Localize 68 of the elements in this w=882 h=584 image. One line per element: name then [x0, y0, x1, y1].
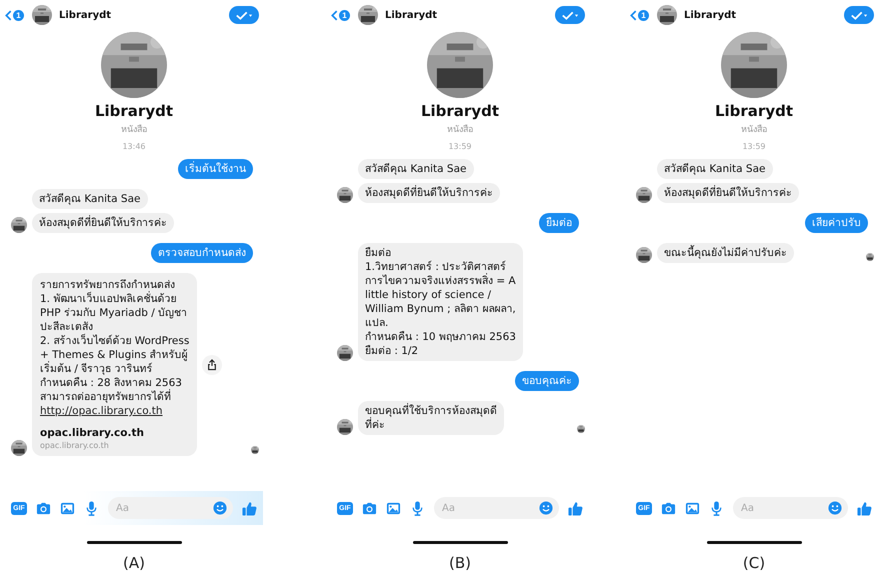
contact-name: Librarydt — [684, 10, 736, 20]
timestamp: 13:59 — [448, 142, 472, 151]
message-text: รายการทรัพยากรถึงกำหนดส่ง 1. พัฒนาเว็บแอปพลิเคชั่นด้วย PHP ร่วมกับ Myariadb / บัญชา ปะสีละเตสัง 2. สร้างเว็บไซต์ด้วย WordPress + Themes & Plugins สำหรับผู้ เริ่มต้น / จีราวุธ วารินทร์ กำหนดคืน : 28 สิงหาคม 2563 สามารถต่ออายุทรัพยากรได้ที่ — [40, 278, 190, 404]
message-field[interactable]: Aa — [108, 497, 233, 519]
figure-caption: (B) — [448, 554, 472, 572]
received-message: สวัสดีคุณ Kanita Sae — [358, 159, 474, 179]
profile-name: Librarydt — [420, 102, 500, 120]
received-message: ห้องสมุดดีที่ยินดีให้บริการค่ะ — [657, 183, 799, 203]
contact-name: Librarydt — [59, 10, 112, 20]
checkmark-icon — [850, 10, 868, 20]
received-message: สวัสดีคุณ Kanita Sae — [32, 189, 148, 209]
received-message: ห้องสมุดดีที่ยินดีให้บริการค่ะ — [358, 183, 500, 203]
back-chevron-icon — [5, 10, 12, 20]
camera-icon[interactable] — [661, 500, 676, 516]
contact-name: Librarydt — [385, 10, 438, 20]
check-menu-button[interactable] — [844, 6, 874, 24]
profile-subtitle: หนังสือ — [121, 124, 147, 136]
unread-badge: 1 — [339, 10, 350, 20]
received-message: ห้องสมุดดีที่ยินดีให้บริการค่ะ — [32, 213, 174, 233]
microphone-icon[interactable] — [84, 500, 99, 516]
share-icon — [207, 358, 218, 370]
timestamp: 13:46 — [122, 142, 146, 151]
figure-caption: (C) — [742, 554, 766, 572]
thumbs-up-icon[interactable] — [242, 500, 257, 516]
back-button[interactable]: 1 — [5, 10, 24, 20]
profile-subtitle: หนังสือ — [447, 124, 473, 136]
image-icon[interactable] — [386, 500, 401, 516]
smiley-icon[interactable] — [213, 501, 227, 515]
camera-icon[interactable] — [362, 500, 377, 516]
preview-title: opac.library.co.th — [40, 426, 145, 440]
profile-name: Librarydt — [714, 102, 794, 120]
image-icon[interactable] — [60, 500, 75, 516]
unread-badge: 1 — [13, 10, 24, 20]
timestamp: 13:59 — [742, 142, 766, 151]
message-link[interactable]: http://opac.library.co.th — [40, 404, 190, 418]
sent-message: ขอบคุณค่ะ — [515, 371, 579, 391]
checkmark-icon — [561, 10, 579, 20]
figure-caption: (A) — [122, 554, 146, 572]
back-chevron-icon — [331, 10, 338, 20]
sent-message: ยืมต่อ — [539, 213, 579, 233]
smiley-icon[interactable] — [828, 501, 842, 515]
camera-icon[interactable] — [36, 500, 51, 516]
back-chevron-icon — [630, 10, 637, 20]
sent-message: ตรวจสอบกำหนดส่ง — [151, 243, 253, 263]
share-button[interactable] — [202, 354, 222, 374]
received-message: ยืมต่อ 1.วิทยาศาสตร์ : ประวัติศาสตร์ การไขความจริงแห่งสรรพสิ่ง = A little history of science / William Bynum ; ลลิตา ผลผลา, แปล. กำหนดคืน : 10 พฤษภาคม 2563 ยืมต่อ : 1/2 — [358, 243, 523, 361]
sent-message: เสียค่าปรับ — [805, 213, 868, 233]
microphone-icon[interactable] — [410, 500, 425, 516]
thumbs-up-icon[interactable] — [568, 500, 583, 516]
profile-name: Librarydt — [94, 102, 174, 120]
unread-badge: 1 — [638, 10, 649, 20]
microphone-icon[interactable] — [709, 500, 724, 516]
sent-message: เริ่มต้นใช้งาน — [178, 159, 253, 179]
profile-subtitle: หนังสือ — [741, 124, 767, 136]
received-message: ขอบคุณที่ใช้บริการห้องสมุดดี ที่ค่ะ — [358, 401, 504, 435]
checkmark-icon — [235, 10, 253, 20]
image-icon[interactable] — [685, 500, 700, 516]
message-field[interactable]: Aa — [434, 497, 559, 519]
received-message: ขณะนี้คุณยังไม่มีค่าปรับค่ะ — [657, 243, 794, 263]
preview-domain: opac.library.co.th — [40, 440, 110, 451]
received-message: สวัสดีคุณ Kanita Sae — [657, 159, 772, 179]
thumbs-up-icon[interactable] — [857, 500, 872, 516]
check-menu-button[interactable] — [555, 6, 585, 24]
smiley-icon[interactable] — [539, 501, 553, 515]
back-button[interactable]: 1 — [331, 10, 350, 20]
back-button[interactable]: 1 — [630, 10, 649, 20]
check-menu-button[interactable] — [229, 6, 259, 24]
message-field[interactable]: Aa — [733, 497, 848, 519]
